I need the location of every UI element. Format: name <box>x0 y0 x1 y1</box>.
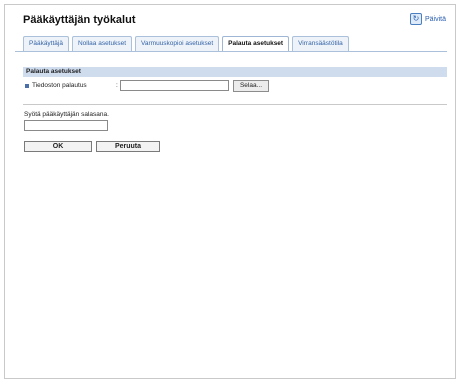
tab-varmuuskopioi-asetukset[interactable]: Varmuuskopioi asetukset <box>135 36 220 51</box>
ok-button[interactable]: OK <box>24 141 92 152</box>
browse-button[interactable]: Selaa... <box>233 80 269 92</box>
tab-palauta-asetukset[interactable]: Palauta asetukset <box>222 36 290 51</box>
password-input[interactable] <box>24 120 108 131</box>
restore-file-label: Tiedoston palautus <box>32 82 87 89</box>
tab-nollaa-asetukset[interactable]: Nollaa asetukset <box>71 36 133 51</box>
restore-file-row-label: Tiedoston palautus <box>25 82 87 89</box>
restore-file-colon: : <box>116 82 118 89</box>
restore-file-input[interactable] <box>120 80 229 91</box>
section-divider <box>23 104 447 105</box>
section-header: Palauta asetukset <box>23 67 447 77</box>
tab-virransaastotila[interactable]: Virransäästötila <box>292 36 349 51</box>
bullet-icon <box>25 83 29 88</box>
tab-bar: Pääkäyttäjä Nollaa asetukset Varmuuskopi… <box>23 36 349 51</box>
password-label: Syötä pääkäyttäjän salasana. <box>24 111 109 118</box>
tab-paakayttaja[interactable]: Pääkäyttäjä <box>23 36 69 51</box>
refresh-icon: ↻ <box>409 13 422 25</box>
tab-divider <box>15 51 447 52</box>
cancel-button[interactable]: Peruuta <box>96 141 160 152</box>
refresh-label: Päivitä <box>424 15 446 23</box>
page-title: Pääkäyttäjän työkalut <box>23 14 136 26</box>
refresh-link[interactable]: ↻ Päivitä <box>409 13 446 25</box>
main-panel <box>4 4 456 379</box>
